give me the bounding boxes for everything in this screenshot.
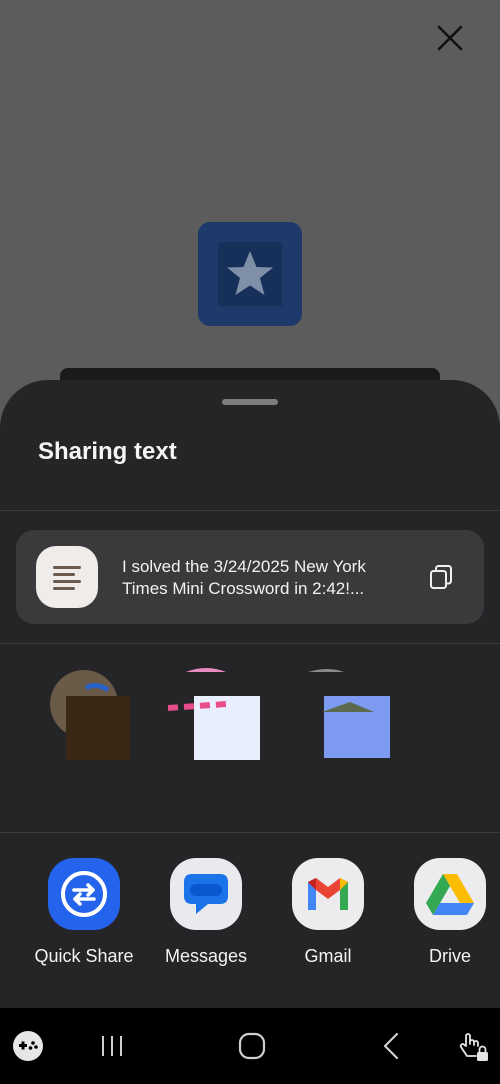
divider xyxy=(0,832,500,833)
preview-text: I solved the 3/24/2025 New York Times Mi… xyxy=(122,557,366,598)
game-tools-button[interactable] xyxy=(10,1028,46,1064)
drive-icon xyxy=(414,858,486,930)
shared-text-preview: I solved the 3/24/2025 New York Times Mi… xyxy=(16,530,484,624)
copy-button[interactable] xyxy=(424,560,458,594)
home-button[interactable] xyxy=(234,1028,270,1064)
star-icon xyxy=(227,251,273,295)
recent-apps-icon xyxy=(102,1036,122,1056)
app-quick-share[interactable]: Quick Share xyxy=(29,858,139,968)
recent-apps-button[interactable] xyxy=(94,1028,130,1064)
contact-suggestion[interactable] xyxy=(298,668,394,778)
contact-avatar xyxy=(308,669,390,758)
navigation-bar xyxy=(0,1008,500,1084)
close-icon xyxy=(437,25,463,51)
home-icon xyxy=(238,1032,266,1060)
contact-name xyxy=(298,762,394,774)
quick-share-icon xyxy=(48,858,120,930)
touch-lock-icon xyxy=(459,1033,488,1061)
back-button[interactable] xyxy=(374,1028,410,1064)
divider xyxy=(0,510,500,511)
contact-avatar xyxy=(167,668,260,760)
share-screen: Sharing text I solved the 3/24/2025 New … xyxy=(0,0,500,1084)
app-drive[interactable]: Drive xyxy=(395,858,500,968)
app-messages[interactable]: Messages xyxy=(151,858,261,968)
contact-suggestion[interactable] xyxy=(46,668,142,778)
app-label: Gmail xyxy=(304,946,352,966)
gamepad-icon xyxy=(13,1031,43,1061)
background-app xyxy=(0,0,500,400)
share-sheet: Sharing text I solved the 3/24/2025 New … xyxy=(0,380,500,1008)
app-logo xyxy=(198,222,302,326)
app-label: Messages xyxy=(164,946,248,966)
gmail-icon xyxy=(292,858,364,930)
divider xyxy=(0,643,500,644)
contact-avatar xyxy=(50,670,130,760)
copy-icon xyxy=(430,565,452,589)
app-label: Drive xyxy=(428,946,471,966)
app-gmail[interactable]: Gmail xyxy=(273,858,383,968)
back-icon xyxy=(383,1032,399,1060)
messages-icon xyxy=(170,858,242,930)
contact-suggestion[interactable] xyxy=(166,668,262,778)
sheet-title: Sharing text xyxy=(38,438,177,465)
app-label: Quick Share xyxy=(34,946,134,966)
touch-lock-button[interactable] xyxy=(456,1028,492,1064)
contact-name xyxy=(46,762,142,774)
drag-handle[interactable] xyxy=(222,399,278,405)
contact-name xyxy=(166,762,262,774)
close-button[interactable] xyxy=(430,18,470,58)
text-document-icon xyxy=(36,546,98,608)
